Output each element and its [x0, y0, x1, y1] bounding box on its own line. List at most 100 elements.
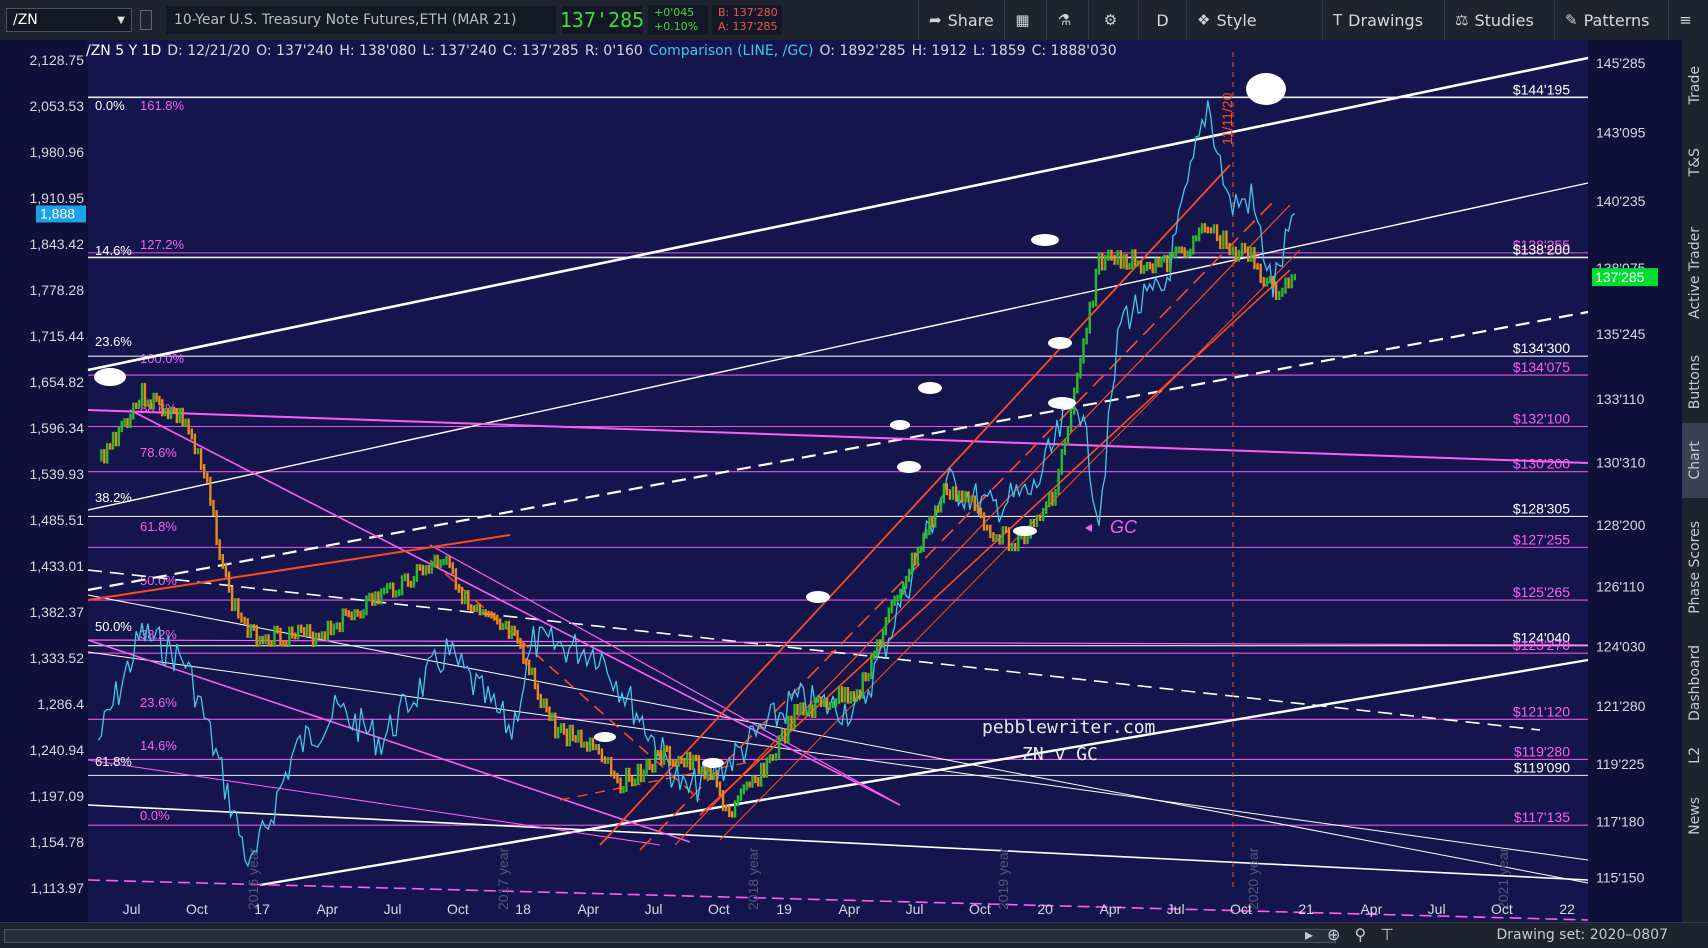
side-tab-label: Buttons: [1687, 355, 1703, 410]
drawing-set-label[interactable]: Drawing set: 2020–0807: [1497, 927, 1669, 943]
x-axis-tick: Jul: [1167, 901, 1185, 917]
side-tab-buttons[interactable]: Buttons: [1682, 345, 1708, 420]
level-price-label: $119'090: [1514, 759, 1570, 775]
left-axis-tick: 1,333.52: [30, 650, 85, 666]
x-axis-tick: Jul: [1428, 901, 1446, 917]
side-tab-label: Trade: [1687, 65, 1703, 105]
header-close: C: 137'285: [502, 43, 579, 59]
beaker-icon: ⚗: [1057, 11, 1072, 29]
share-button[interactable]: ➦ Share: [918, 0, 1004, 40]
side-tab-label: News: [1687, 796, 1703, 835]
bid-price: B: 137'280: [718, 6, 778, 19]
x-axis-tick: Jul: [384, 901, 402, 917]
x-axis-tick: 19: [776, 901, 792, 917]
camera-icon: ▦: [1015, 11, 1030, 29]
side-tab-active-trader[interactable]: Active Trader: [1682, 205, 1708, 340]
side-tab-dashboard[interactable]: Dashboard: [1682, 640, 1708, 725]
beaker-button[interactable]: ⚗: [1046, 0, 1088, 40]
pivot-marker: [1048, 397, 1076, 409]
menu-button[interactable]: ≡: [1668, 0, 1708, 40]
fib-pct-label: 0.0%: [95, 98, 125, 113]
pivot-marker: [1048, 337, 1072, 349]
header-open: O: 137'240: [256, 43, 334, 59]
zn-last-label: 137'285: [1595, 269, 1645, 285]
right-axis-tick: 130'310: [1596, 454, 1646, 470]
date-marker-label: 11/11/20: [1219, 92, 1235, 145]
right-axis-tick: 143'095: [1596, 124, 1646, 140]
right-axis-tick: 117'180: [1596, 813, 1645, 829]
side-tab-t-s[interactable]: T&S: [1682, 125, 1708, 200]
side-tab-phase-scores[interactable]: Phase Scores: [1682, 505, 1708, 630]
fib-pct-label: 127.2%: [140, 237, 185, 252]
side-tab-label: Active Trader: [1687, 226, 1703, 319]
cmp-close: C: 1888'030: [1031, 43, 1117, 59]
left-axis-tick: 1,539.93: [30, 466, 85, 482]
side-tab-l2[interactable]: L2: [1682, 730, 1708, 780]
right-axis-tick: 140'235: [1596, 193, 1646, 209]
symbol-selector[interactable]: /ZN ▼: [6, 8, 132, 32]
bottom-tools[interactable]: ▸⊕⚲⊤: [1305, 925, 1408, 944]
fib-pct-label: 23.6%: [95, 334, 132, 349]
patterns-button[interactable]: ✎ Patterns: [1554, 0, 1668, 40]
fib-pct-label: 23.6%: [140, 695, 177, 710]
last-price: 137'285: [559, 6, 645, 34]
right-axis-tick: 145'285: [1596, 55, 1646, 71]
year-label: 2017 year: [495, 847, 511, 910]
pivot-marker: [594, 732, 616, 742]
x-axis-tick: Oct: [186, 901, 208, 917]
gc-last-label: 1,888: [40, 205, 75, 221]
fib-pct-label: 61.8%: [140, 519, 177, 534]
bid-ask-box: B: 137'280 A: 137'285: [712, 5, 782, 35]
header-low: L: 137'240: [422, 43, 497, 59]
snapshot-button[interactable]: ▦: [1004, 0, 1046, 40]
left-axis-tick: 2,128.75: [30, 52, 85, 68]
settings-button[interactable]: ⚙: [1088, 0, 1138, 40]
left-axis-tick: 1,197.09: [30, 788, 85, 804]
timeframe-button[interactable]: D: [1138, 0, 1186, 40]
studies-label: Studies: [1474, 10, 1534, 30]
side-tab-chart[interactable]: Chart: [1682, 423, 1708, 498]
side-tab-label: Chart: [1687, 441, 1703, 480]
x-axis-tick: Oct: [447, 901, 469, 917]
studies-button[interactable]: ⚖ Studies: [1444, 0, 1554, 40]
left-axis-tick: 1,240.94: [30, 742, 85, 758]
side-tab-news[interactable]: News: [1682, 788, 1708, 843]
fib-pct-label: 14.6%: [95, 243, 132, 258]
cmp-low: L: 1859: [972, 43, 1026, 59]
chart-area[interactable]: $144'195 $138'255 $138'200 $134'300 $134'075…: [0, 40, 1682, 922]
fib-pct-label: 50.0%: [140, 573, 177, 588]
left-axis-tick: 1,654.82: [30, 374, 85, 390]
x-axis-tick: Oct: [708, 901, 730, 917]
price-chart[interactable]: $144'195$138'255$138'200$134'300$134'075…: [0, 40, 1682, 922]
right-axis-tick: 124'030: [1596, 639, 1646, 655]
text-tool-icon: T: [1333, 11, 1343, 29]
level-price-label: $119'280: [1514, 743, 1570, 759]
level-price-label: $128'305: [1513, 500, 1570, 516]
header-high: H: 138'080: [339, 43, 417, 59]
drawings-button[interactable]: T Drawings: [1322, 0, 1444, 40]
x-axis-tick: Jul: [645, 901, 663, 917]
x-axis-tick: Jul: [906, 901, 924, 917]
chevron-down-icon: ▼: [117, 14, 125, 26]
style-button[interactable]: ❖ Style: [1186, 0, 1322, 40]
ohlc-header: /ZN 5 Y 1D D: 12/21/20 O: 137'240 H: 138…: [86, 40, 1123, 62]
horizontal-scrollbar[interactable]: [4, 929, 1336, 943]
change-box: +0'045 +0.10%: [648, 5, 708, 35]
level-price-label: $138'200: [1513, 241, 1570, 257]
level-price-label: $130'200: [1513, 456, 1570, 472]
cmp-open: O: 1892'285: [819, 43, 906, 59]
side-tab-trade[interactable]: Trade: [1682, 50, 1708, 120]
side-tab-label: Dashboard: [1687, 644, 1703, 721]
side-tab-label: Phase Scores: [1687, 521, 1703, 614]
comparison-label[interactable]: Comparison (LINE, /GC): [649, 43, 814, 59]
x-axis-tick: Oct: [969, 901, 991, 917]
left-axis-tick: 1,433.01: [30, 558, 85, 574]
side-tab-label: L2: [1687, 746, 1703, 764]
left-axis-tick: 1,113.97: [31, 880, 85, 896]
instrument-description: 10-Year U.S. Treasury Note Futures,ETH (…: [166, 6, 556, 34]
level-price-label: $144'195: [1513, 81, 1570, 97]
fib-pct-label: 38.2%: [95, 490, 132, 505]
right-axis-tick: 126'110: [1596, 578, 1645, 594]
link-icon[interactable]: [140, 10, 152, 30]
level-price-label: $132'100: [1513, 410, 1570, 426]
